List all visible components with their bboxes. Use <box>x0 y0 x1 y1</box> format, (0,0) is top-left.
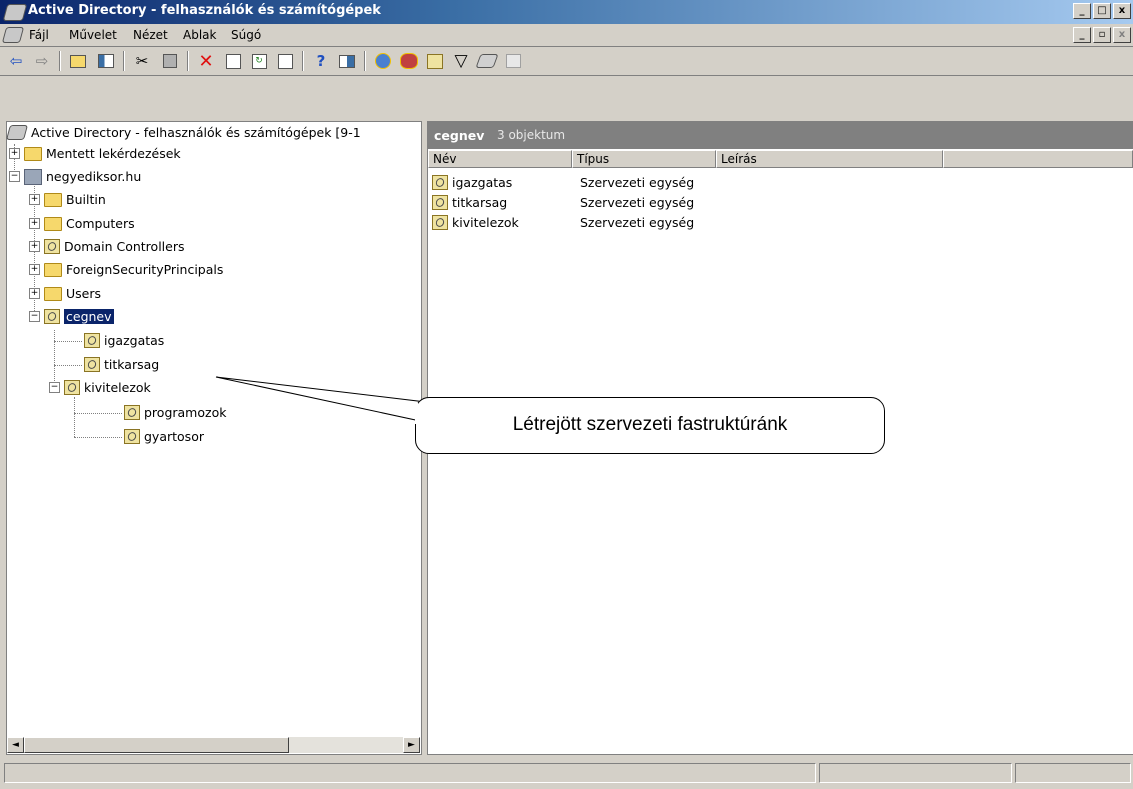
callout-pointer <box>215 376 435 425</box>
status-panel-main <box>4 763 816 783</box>
status-panel-3 <box>1015 763 1131 783</box>
callout-joint <box>415 403 418 424</box>
callout-text: Létrejött szervezeti fastruktúránk <box>512 414 788 435</box>
callout-box: Létrejött szervezeti fastruktúránk <box>415 397 885 454</box>
status-panel-2 <box>819 763 1012 783</box>
